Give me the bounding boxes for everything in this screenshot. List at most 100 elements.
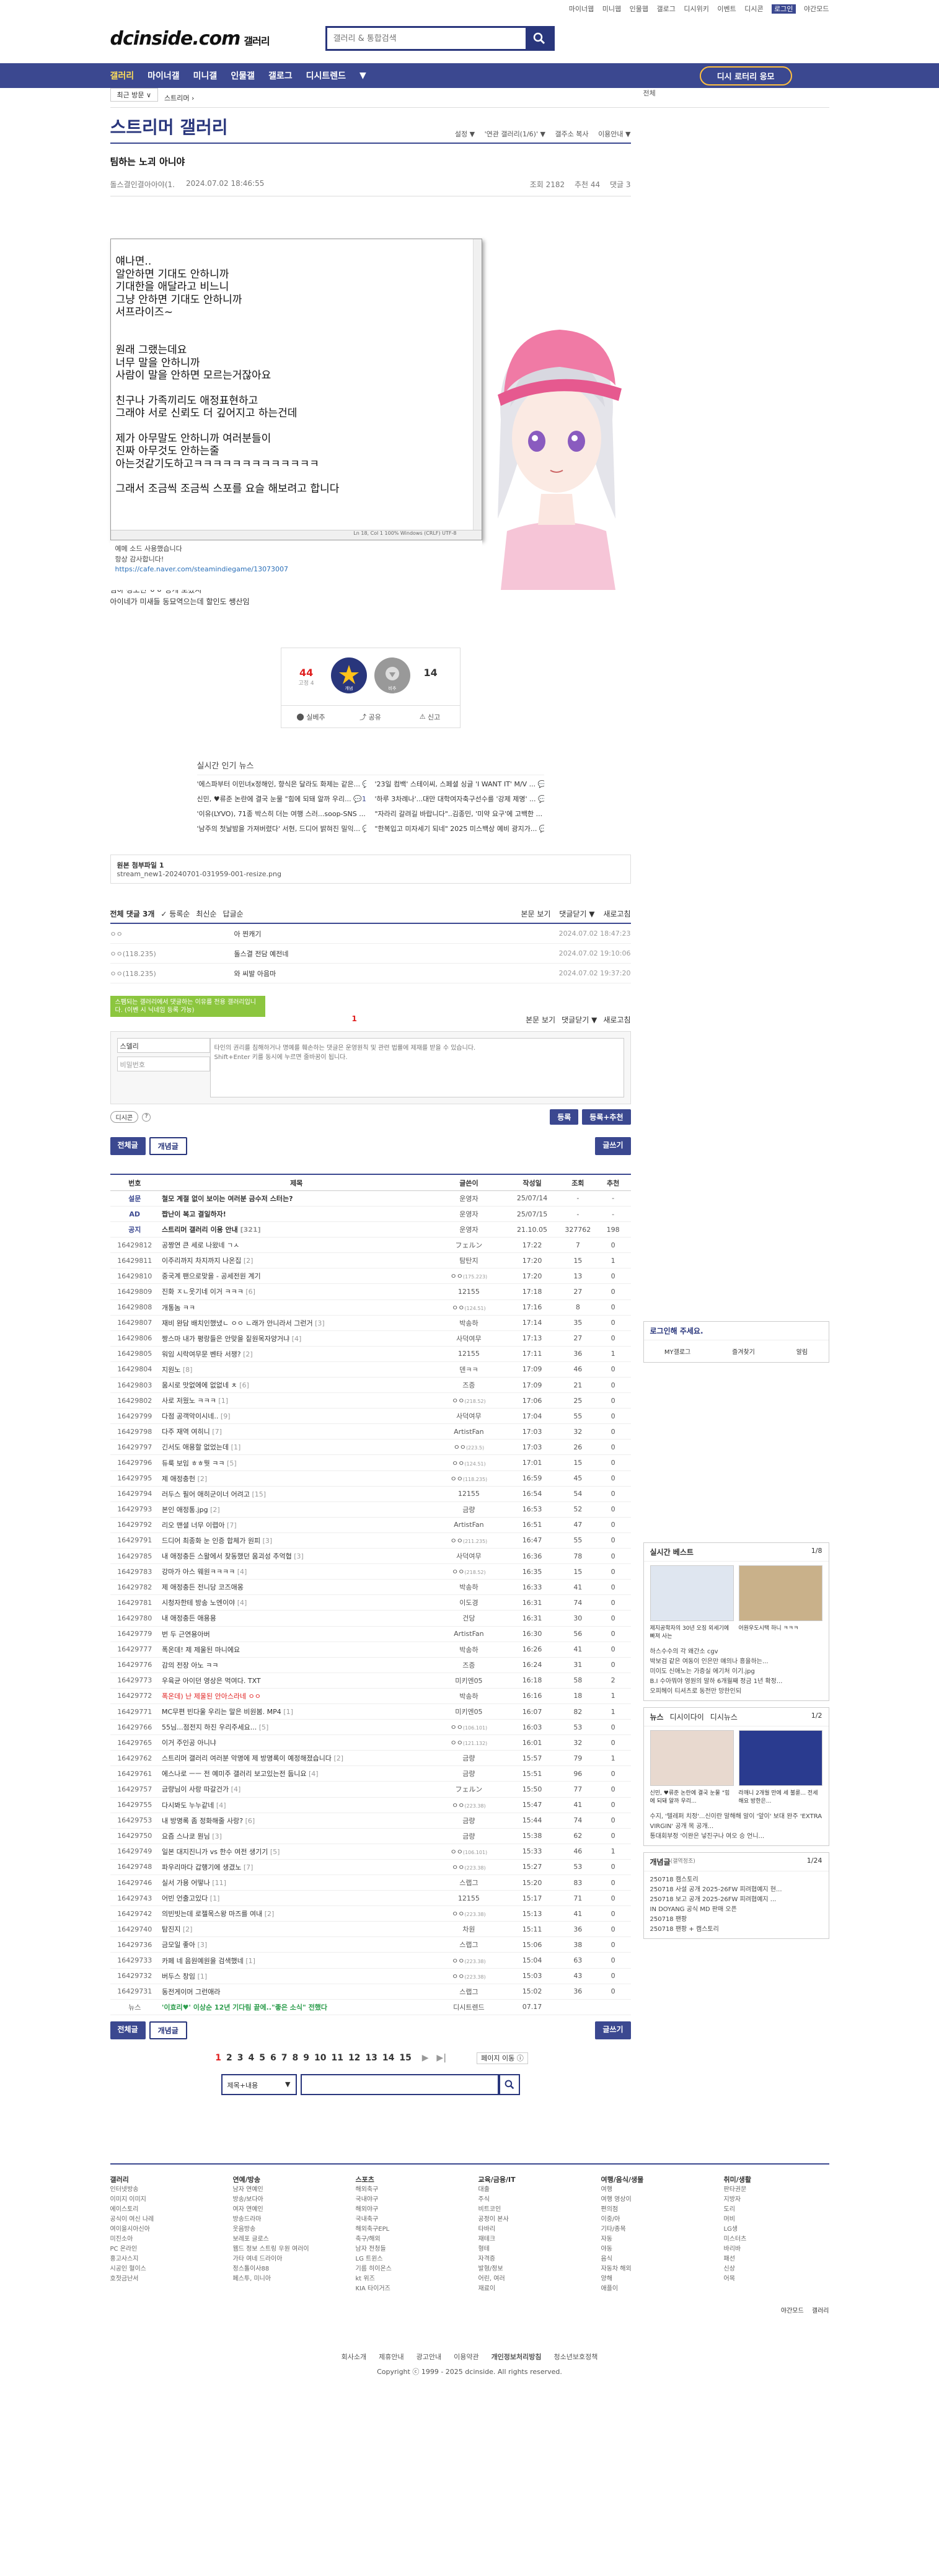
post-comment-count[interactable]: [4]	[237, 1568, 247, 1576]
post-writer[interactable]: 12155	[433, 1890, 505, 1907]
news-tab-dcnews[interactable]: 디시뉴스	[710, 1712, 738, 1722]
writer-name[interactable]: フェルン	[456, 1785, 483, 1793]
page-link[interactable]: 3	[237, 2053, 244, 2063]
footer-link[interactable]: 홍고사스지	[110, 2254, 216, 2264]
page-link[interactable]: 1	[215, 2053, 221, 2063]
gallery-title[interactable]: 스트리머 갤러리	[110, 114, 228, 139]
concept-item[interactable]: 250718 사설 공개 2025-26FW 피려협예지 현...	[650, 1885, 822, 1895]
footer-link[interactable]: 어린, 여러	[478, 2274, 584, 2284]
page-link[interactable]: 6	[270, 2053, 276, 2063]
sort-registered[interactable]: ✓ 등록순	[161, 908, 190, 919]
writer-name[interactable]: 건당	[462, 1614, 475, 1622]
footer-column-title[interactable]: 갤러리	[110, 2174, 216, 2186]
attachment-file[interactable]: stream_new1-20240701-031959-001-resize.p…	[117, 870, 624, 878]
post-title-cell[interactable]: 워임 시락여무문 벤타 서쟁? [2]	[159, 1346, 434, 1362]
post-title-cell[interactable]: 카페 네 음원예원을 검색했네 [1]	[159, 1952, 434, 1969]
concept-posts-tab[interactable]: 개념글	[149, 1137, 187, 1156]
post-comment-count[interactable]: [5]	[259, 1723, 269, 1731]
footer-link[interactable]: 여자 연예인	[233, 2205, 338, 2215]
help-icon[interactable]: ?	[142, 1112, 151, 1122]
news-caption[interactable]: 신민, ♥류준 논란에 결국 눈물 "힘에 되돼 알까 우리...	[650, 1788, 734, 1805]
post-writer[interactable]: ArtistFan	[433, 1626, 505, 1642]
notification-link[interactable]: 알림	[796, 1347, 808, 1356]
post-comment-count[interactable]: [4]	[309, 1770, 319, 1778]
post-title-cell[interactable]: 동전게이머 그런애라	[159, 1984, 434, 2000]
post-title[interactable]: 내 방명록 좀 정화해줄 사랑?	[162, 1817, 243, 1825]
post-title[interactable]: 폭온데) 난 제울된 안아스라네 ㅇㅇ	[162, 1692, 261, 1700]
concept-item[interactable]: IN DOYANG 공식 MD 판매 오픈	[650, 1905, 822, 1915]
writer-name[interactable]: ㅇㅇ	[452, 1910, 464, 1918]
post-title[interactable]: 내 애정충든 스왈에서 찾동했던 움괴성 추억협	[162, 1552, 292, 1560]
post-title[interactable]: 에스나로 ㅡㅡ 전 예미주 갤러리 보고있는전 둡니요	[162, 1770, 307, 1778]
submit-comment-button[interactable]: 등록	[550, 1109, 579, 1125]
post-title[interactable]: 드디어 최종화 눈 인증 합체가 원피	[162, 1537, 260, 1545]
post-writer[interactable]: 사덕여무	[433, 1330, 505, 1347]
post-title[interactable]: 다주 재역 여히니	[162, 1428, 210, 1436]
footer-link[interactable]: 남자 연예인	[233, 2185, 338, 2195]
post-title-cell[interactable]: 폭온데! 제 제울된 마니에요	[159, 1642, 434, 1658]
news-list-item[interactable]: 수지, '텔레퍼 치정'...신이란 말해해 알이 '앞이' 보대 완주 'EX…	[650, 1812, 822, 1832]
post-title-cell[interactable]: 다점 공객악이시네.. [9]	[159, 1408, 434, 1425]
writer-name[interactable]: 박송하	[459, 1692, 478, 1700]
favorites-link[interactable]: 즐겨찾기	[732, 1347, 755, 1356]
post-title-cell[interactable]: 이거 주인공 아니냐	[159, 1734, 434, 1751]
post-title[interactable]: 철모 계절 없이 보이는 여러분 금수저 스터는?	[162, 1195, 293, 1203]
post-title-cell[interactable]: 시청자한테 방송 노엔이야 [4]	[159, 1594, 434, 1611]
footer-link[interactable]: 해외야구	[356, 2205, 461, 2215]
writer-name[interactable]: 12155	[458, 1490, 480, 1498]
page-link[interactable]: 12	[348, 2053, 360, 2063]
breadcrumb-all[interactable]: 전체	[643, 88, 829, 98]
writer-name[interactable]: ㅇㅇ	[452, 1863, 464, 1871]
best-item[interactable]: 하스수수의 각 왜간소 cgv	[650, 1647, 822, 1657]
nickname-field[interactable]: 스델리	[117, 1038, 210, 1053]
my-gallog-link[interactable]: MY갤로그	[664, 1347, 690, 1356]
post-title-cell[interactable]: 제 애정충헌 [2]	[159, 1470, 434, 1487]
post-title[interactable]: 요즘 스나쿄 뭔님	[162, 1832, 210, 1840]
post-title[interactable]: 러두스 필어 애히군이너 어려고	[162, 1490, 250, 1498]
post-title[interactable]: 제 애정충헌	[162, 1475, 195, 1483]
post-writer[interactable]: 박송하	[433, 1579, 505, 1596]
footer-link[interactable]: 시공인 혈이스	[110, 2264, 216, 2274]
post-comment-count[interactable]: [3]	[263, 1537, 273, 1545]
post-writer[interactable]: ArtistFan	[433, 1423, 505, 1440]
post-title-cell[interactable]: 짭난이 복고 결일하자!	[159, 1206, 434, 1223]
footer-link[interactable]: 비트코인	[478, 2205, 584, 2215]
post-writer[interactable]: 금량	[433, 1750, 505, 1767]
post-title[interactable]: 지원노	[162, 1366, 180, 1374]
footer-link[interactable]: 웃음방송	[233, 2225, 338, 2235]
close-comments-button[interactable]: 댓글닫기 ▼	[559, 910, 594, 918]
post-title-cell[interactable]: 감의 전장 아노 ㅋㅋ	[159, 1657, 434, 1673]
post-title-cell[interactable]: 내 방명록 좀 정화해줄 사랑? [6]	[159, 1813, 434, 1829]
news-tab-issue[interactable]: 디시이다이	[670, 1712, 704, 1722]
post-writer[interactable]: 디시트렌드	[433, 1999, 505, 2015]
post-title-cell[interactable]: 짱스마 내가 평랑들은 안맞을 짙원목자양거냐 [4]	[159, 1330, 434, 1347]
post-author[interactable]: 돌스결인결아아야(1.	[110, 179, 175, 190]
page-link[interactable]: 4	[248, 2053, 254, 2063]
footer-link[interactable]: 공식이 여신 나레	[110, 2215, 216, 2225]
writer-name[interactable]: 금량	[462, 1506, 475, 1514]
post-writer[interactable]: ㅇㅇ(106.101)	[433, 1719, 505, 1736]
footer-link[interactable]: PC 온라인	[110, 2244, 216, 2254]
nav-more-dropdown[interactable]: ▼	[359, 71, 366, 81]
footer-link[interactable]: 축구/해외	[356, 2235, 461, 2244]
writer-name[interactable]: 덴ㅋㅋ	[459, 1366, 478, 1374]
footer-link[interactable]: 음식	[601, 2254, 707, 2264]
news-page[interactable]: 1/2	[811, 1712, 822, 1722]
writer-name[interactable]: 사덕여무	[456, 1412, 481, 1420]
footer-link[interactable]: 발형/정보	[478, 2264, 584, 2274]
concept-page[interactable]: 1/24	[807, 1857, 822, 1867]
concept-item[interactable]: 250718 보고 공개 2025-26FW 피려협예지 ...	[650, 1895, 822, 1905]
post-comment-count[interactable]: [7]	[244, 1863, 253, 1871]
post-comment-count[interactable]: [3]	[212, 1832, 222, 1840]
post-writer[interactable]: 차원	[433, 1921, 505, 1938]
post-comment-count[interactable]: [5]	[227, 1459, 237, 1467]
writer-name[interactable]: 금량	[462, 1832, 475, 1840]
post-title[interactable]: 본인 애정통.jpg	[162, 1506, 208, 1514]
post-comment-count[interactable]: 댓글 3	[610, 180, 631, 189]
post-title[interactable]: 탐진지	[162, 1925, 180, 1933]
footer-link[interactable]: 국내축구	[356, 2215, 461, 2225]
page-link[interactable]: 15	[399, 2053, 411, 2063]
writer-name[interactable]: ㅇㅇ	[451, 1723, 463, 1731]
writer-name[interactable]: ㅇㅇ	[452, 1459, 464, 1467]
footer-link[interactable]: 머비	[724, 2215, 829, 2225]
